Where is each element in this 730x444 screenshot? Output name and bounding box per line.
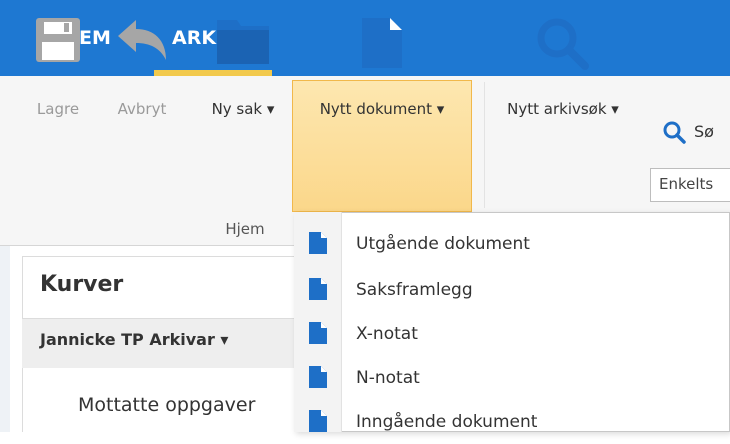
document-icon (309, 322, 327, 344)
dropdown-item-utgaende[interactable]: Utgående dokument (295, 222, 729, 266)
search-icon (537, 18, 589, 70)
save-label: Lagre (36, 100, 80, 118)
received-tasks-item[interactable]: Mottatte oppgaver (78, 394, 255, 416)
document-icon (309, 410, 327, 432)
dropdown-item-label: Utgående dokument (356, 234, 530, 254)
simple-search-input[interactable]: Enkelts (650, 168, 730, 202)
dropdown-item-inngaende[interactable]: Inngående dokument (295, 400, 729, 444)
dropdown-item-label: X-notat (356, 324, 418, 344)
new-archive-search-button[interactable]: Nytt arkivsøk ▾ (488, 4, 638, 132)
dropdown-item-label: Saksframlegg (356, 280, 473, 300)
dropdown-item-label: Inngående dokument (356, 412, 538, 432)
panel-title: Kurver (40, 272, 124, 297)
document-icon (309, 232, 327, 254)
undo-icon (118, 20, 166, 60)
folder-icon (217, 20, 269, 64)
dropdown-item-x-notat[interactable]: X-notat (295, 312, 729, 356)
dropdown-item-label: N-notat (356, 368, 420, 388)
save-button[interactable]: Lagre (28, 4, 88, 132)
new-document-button[interactable]: Nytt dokument ▾ (294, 4, 470, 132)
document-icon (309, 278, 327, 300)
left-strip (0, 246, 10, 432)
new-archive-search-label: Nytt arkivsøk ▾ (507, 100, 619, 118)
document-icon (362, 18, 402, 68)
user-selector[interactable]: Jannicke TP Arkivar ▾ (40, 330, 228, 349)
dropdown-item-saksframlegg[interactable]: Saksframlegg (295, 268, 729, 312)
save-icon (36, 18, 80, 62)
cancel-label: Avbryt (117, 100, 167, 118)
new-case-label: Ny sak ▾ (211, 100, 275, 118)
new-document-label: Nytt dokument ▾ (319, 100, 445, 118)
cancel-button[interactable]: Avbryt (106, 4, 178, 132)
dropdown-item-n-notat[interactable]: N-notat (295, 356, 729, 400)
quick-search-label: Sø (694, 122, 714, 141)
ribbon-group-label: Hjem (225, 220, 265, 238)
quick-search-icon[interactable] (662, 120, 686, 144)
document-icon (309, 366, 327, 388)
ribbon-separator (484, 82, 485, 208)
new-case-button[interactable]: Ny sak ▾ (198, 4, 288, 132)
